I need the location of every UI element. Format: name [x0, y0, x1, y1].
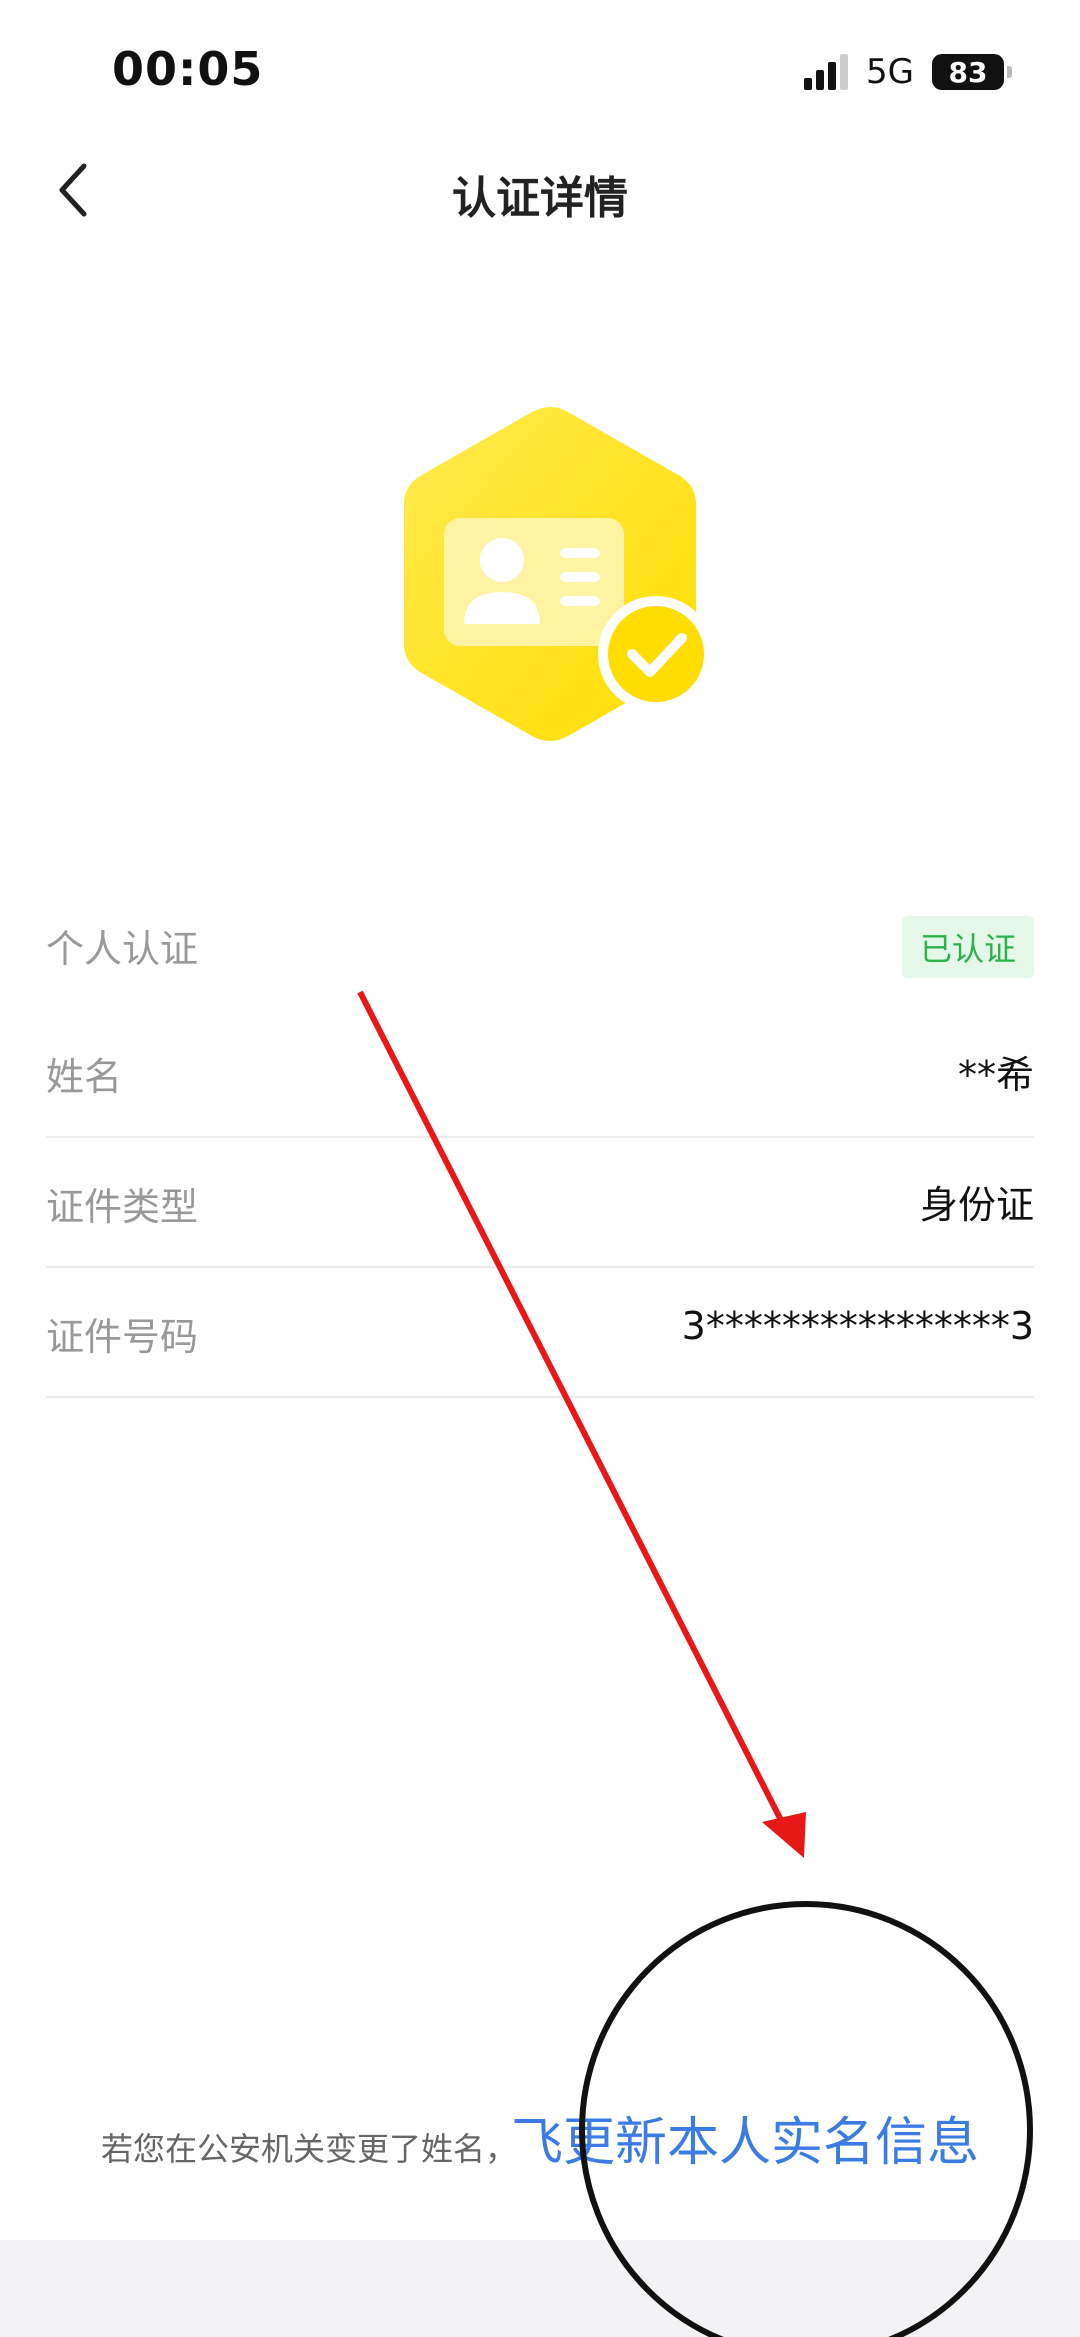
footer-note: 若您在公安机关变更了姓名，飞更新本人实名信息 — [0, 2100, 1080, 2175]
update-realname-link[interactable]: 飞更新本人实名信息 — [511, 2113, 979, 2173]
footer-note-text: 若您在公安机关变更了姓名， — [100, 2130, 517, 2168]
signal-icon — [804, 54, 849, 90]
row-value: **希 — [957, 1053, 1034, 1097]
row-label: 个人认证 — [46, 927, 199, 971]
nav-bar: 认证详情 — [0, 140, 1080, 240]
row-value: 3****************3 — [681, 1304, 1034, 1348]
row-label: 证件号码 — [46, 1315, 199, 1359]
status-bar: 00:05 5G 83 — [0, 0, 1080, 140]
status-time: 00:05 — [112, 42, 264, 96]
network-type: 5G — [866, 52, 914, 92]
battery-level: 83 — [948, 55, 988, 89]
verification-info-list: 个人认证 已认证 姓名 **希 证件类型 身份证 证件号码 3*********… — [46, 880, 1034, 1398]
row-label: 姓名 — [46, 1055, 123, 1099]
bottom-area — [0, 2240, 1080, 2337]
row-name: 姓名 **希 — [46, 1008, 1034, 1138]
row-label: 证件类型 — [46, 1185, 199, 1229]
link-text: 更新本人实名信息 — [563, 2113, 980, 2173]
row-personal-verification: 个人认证 已认证 — [46, 880, 1034, 1008]
annotation-arrow-head — [762, 1812, 806, 1858]
row-id-number: 证件号码 3****************3 — [46, 1268, 1034, 1398]
link-prefix: 飞 — [510, 2113, 563, 2173]
id-card-verified-icon — [404, 407, 714, 741]
status-indicators: 5G 83 — [804, 50, 1012, 94]
verified-status-badge: 已认证 — [901, 916, 1034, 978]
row-id-type: 证件类型 身份证 — [46, 1138, 1034, 1268]
page-title: 认证详情 — [452, 173, 628, 224]
row-value: 身份证 — [919, 1183, 1034, 1227]
battery-icon: 83 — [932, 54, 1012, 90]
